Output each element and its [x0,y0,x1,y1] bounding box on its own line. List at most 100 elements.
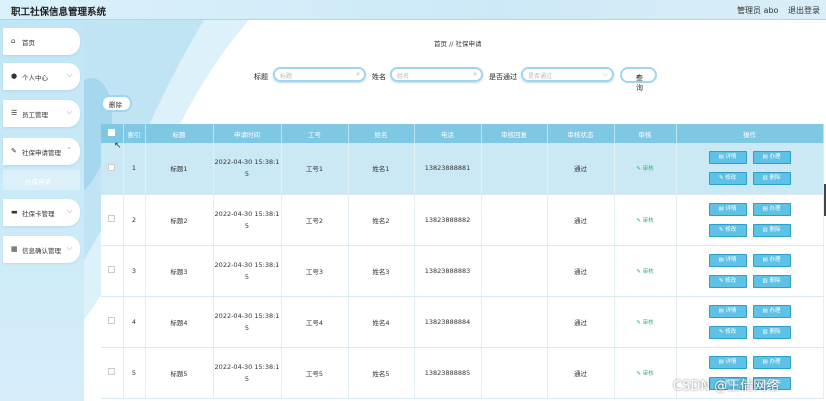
edit-icon: ✎ [718,226,724,233]
sidebar-item-home[interactable]: ⌂ 首页 [3,28,80,55]
search-icon: ⌕ [356,70,360,78]
handle-button[interactable]: ▤ 办理 [752,253,791,267]
handle-button[interactable]: ▤ 办理 [752,355,791,369]
cell-time-line1: 2022-04-30 15:38:1 [214,311,280,320]
cell-phone: 13823888881 [414,143,482,195]
pen-icon: ✎ [11,147,17,155]
search-name-input[interactable]: 姓名 ⌕ [390,67,483,82]
search-title-input[interactable]: 标题 ⌕ [273,67,366,82]
detail-icon: ▤ [718,154,724,161]
cell-time-line2: 5 [244,170,250,179]
edit-button[interactable]: ✎ 修改 [708,223,747,237]
cell-reply [481,296,548,348]
cell-ops: ▤ 详情 ▤ 办理 ✎ 修改 ▥ 删除 [676,143,824,195]
audit-link[interactable]: ✎ 审核 [614,143,677,195]
cell-time-line2: 5 [244,374,250,383]
search-name-placeholder: 姓名 [397,73,410,80]
detail-button[interactable]: ▤ 详情 [708,151,747,165]
cell-status: 通过 [547,245,615,297]
sidebar-item-card[interactable]: ▬ 社保卡管理 ⌵ [3,199,80,226]
chevron-down-icon: ⌵ [66,244,72,252]
delete-button[interactable]: 删除 [101,95,132,112]
detail-button[interactable]: ▤ 详情 [708,253,747,267]
column-header: 姓名 [348,124,415,143]
edit-button[interactable]: ✎ 修改 [708,172,747,186]
sidebar-item-profile[interactable]: ● 个人中心 ⌵ [3,63,80,90]
handle-button[interactable]: ▤ 办理 [752,202,791,216]
row-delete-button[interactable]: ▥ 删除 [752,172,791,186]
trash-icon: ▥ [762,226,768,233]
handle-label: 办理 [769,154,781,161]
detail-label: 详情 [725,358,737,365]
search-pass-select[interactable]: 是否通过 ⌵ [521,67,614,82]
edit-icon: ✎ [636,319,641,326]
sidebar-item-confirm[interactable]: ▦ 信息确认管理 ⌵ [3,236,80,263]
row-delete-button[interactable]: ▥ 删除 [752,325,791,339]
audit-link[interactable]: ✎ 审核 [614,347,677,399]
sidebar-subitem-label: 社保申请 [25,178,51,186]
detail-icon: ▤ [718,205,724,212]
handle-icon: ▤ [762,307,768,314]
audit-label: 审核 [642,319,654,326]
detail-label: 详情 [725,205,737,212]
edit-icon: ✎ [636,268,641,275]
column-header: 操作 [676,124,824,143]
chevron-down-icon: ⌵ [602,70,608,78]
cell-time-line1: 2022-04-30 15:38:1 [214,260,280,269]
row-checkbox[interactable] [101,194,124,246]
row-checkbox[interactable] [101,296,124,348]
handle-label: 办理 [769,205,781,212]
column-header: 审核回复 [481,124,548,143]
cell-job: 工号5 [281,347,349,399]
audit-label: 审核 [642,166,654,173]
handle-icon: ▤ [762,358,768,365]
edit-button[interactable]: ✎ 修改 [708,274,747,288]
edit-label: 修改 [725,277,737,284]
cell-job: 工号3 [281,245,349,297]
edit-button[interactable]: ✎ 修改 [708,325,747,339]
delete-label: 删除 [109,101,122,109]
cell-time-line1: 2022-04-30 15:38:1 [214,362,280,371]
main-content: 首页 // 社保申请 标题 标题 ⌕ 姓名 姓名 ⌕ 是否通过 是否通过 ⌵ 查… [84,20,826,401]
column-header: 审核 [614,124,677,143]
row-checkbox[interactable] [101,245,124,297]
logout-link[interactable]: 退出登录 [788,5,820,16]
detail-button[interactable]: ▤ 详情 [708,304,747,318]
sidebar-subitem-apply[interactable]: 社保申请 [3,170,80,190]
audit-link[interactable]: ✎ 审核 [614,194,677,246]
admin-user[interactable]: 管理员 abo [737,5,778,16]
handle-button[interactable]: ▤ 办理 [752,151,791,165]
sidebar-item-label: 社保申请管理 [22,149,61,157]
query-button[interactable]: 查询 ⌕ [620,67,657,92]
sidebar: ⌂ 首页 ● 个人中心 ⌵ ☰ 员工管理 ⌵ ✎ 社保申请管理 ⌃ 社保申请 ▬… [0,20,84,401]
audit-link[interactable]: ✎ 审核 [614,245,677,297]
row-checkbox[interactable] [101,347,124,399]
handle-button[interactable]: ▤ 办理 [752,304,791,318]
cell-status: 通过 [547,143,615,195]
cell-time: 2022-04-30 15:38:1 5 [213,296,282,348]
detail-icon: ▤ [718,256,724,263]
cell-index: 5 [123,347,146,399]
search-name-label: 姓名 [372,73,386,81]
cell-title: 标题4 [145,296,214,348]
edit-label: 修改 [725,175,737,182]
cell-time-line1: 2022-04-30 15:38:1 [214,209,280,218]
detail-button[interactable]: ▤ 详情 [708,202,747,216]
mouse-cursor-icon: ↖ [114,141,122,151]
cell-job: 工号1 [281,143,349,195]
edit-icon: ✎ [718,277,724,284]
edit-icon: ✎ [636,217,641,224]
audit-link[interactable]: ✎ 审核 [614,296,677,348]
cell-index: 4 [123,296,146,348]
sidebar-item-staff[interactable]: ☰ 员工管理 ⌵ [3,100,80,127]
row-delete-button[interactable]: ▥ 删除 [752,274,791,288]
column-header: 标题 [145,124,214,143]
row-delete-button[interactable]: ▥ 删除 [752,223,791,237]
detail-button[interactable]: ▤ 详情 [708,355,747,369]
search-title-placeholder: 标题 [280,73,293,80]
cell-status: 通过 [547,194,615,246]
card-icon: ▬ [11,208,18,216]
cell-index: 1 [123,143,146,195]
column-header: 申请时间 [213,124,282,143]
sidebar-item-apply[interactable]: ✎ 社保申请管理 ⌃ [3,138,80,165]
